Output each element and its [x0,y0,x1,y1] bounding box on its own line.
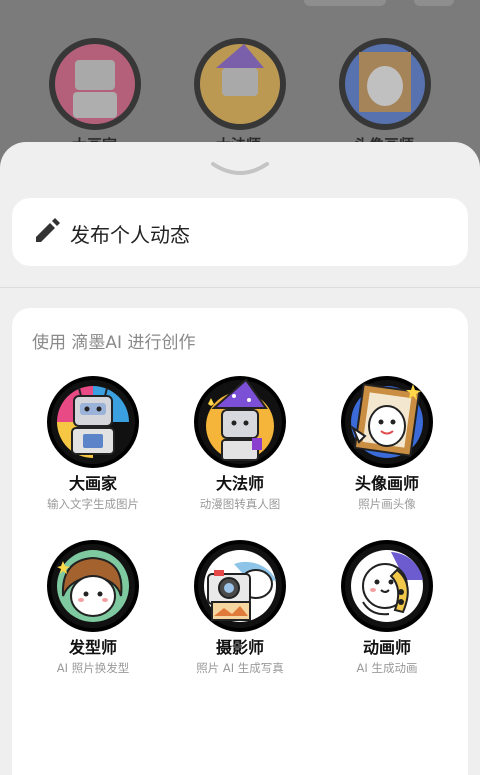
tool-name: 大画家 [68,474,117,493]
camera-icon [194,540,286,632]
chevron-down-icon[interactable] [209,160,271,180]
tool-name: 发型师 [68,638,117,657]
tool-description: AI 生成动画 [356,661,418,675]
tool-name: 头像画师 [354,474,419,493]
section-title: 使用 滴墨AI 进行创作 [32,333,196,353]
robot-painter-icon [47,376,139,468]
tool-description: AI 照片换发型 [56,661,130,675]
animator-icon [341,540,433,632]
robot-wizard-icon [194,376,286,468]
bottom-sheet: 发布个人动态 使用 滴墨AI 进行创作 大画家 输入文字生成图片 大法师 动漫图… [0,142,480,775]
tool-description: 输入文字生成图片 [47,497,139,511]
ai-tools-card: 使用 滴墨AI 进行创作 大画家 输入文字生成图片 大法师 动漫图转真人图 头像… [12,308,468,775]
tool-description: 照片画头像 [358,497,416,511]
tool-avatar-artist[interactable]: 头像画师 照片画头像 [312,376,462,512]
ghost-frame-icon [339,38,431,130]
tool-name: 大法师 [215,474,264,493]
post-update-label: 发布个人动态 [70,223,190,247]
hairstylist-icon [47,540,139,632]
ghost-frame-icon [341,376,433,468]
tool-photographer[interactable]: 摄影师 照片 AI 生成写真 [165,540,315,676]
tool-hairstylist[interactable]: 发型师 AI 照片换发型 [18,540,168,676]
tool-name: 摄影师 [215,638,264,657]
divider [0,287,480,288]
tool-animator[interactable]: 动画师 AI 生成动画 [312,540,462,676]
background-pill [304,0,386,6]
pencil-icon [36,218,60,242]
tool-painter[interactable]: 大画家 输入文字生成图片 [18,376,168,512]
tool-wizard[interactable]: 大法师 动漫图转真人图 [165,376,315,512]
tool-description: 动漫图转真人图 [199,497,281,511]
robot-painter-icon [49,38,141,130]
robot-wizard-icon [194,38,286,130]
post-update-button[interactable]: 发布个人动态 [12,198,468,266]
tool-name: 动画师 [362,638,411,657]
background-pill [414,0,454,6]
tool-description: 照片 AI 生成写真 [196,661,284,675]
background-overlay: 大画家 大法师 头像画师 [0,0,480,160]
